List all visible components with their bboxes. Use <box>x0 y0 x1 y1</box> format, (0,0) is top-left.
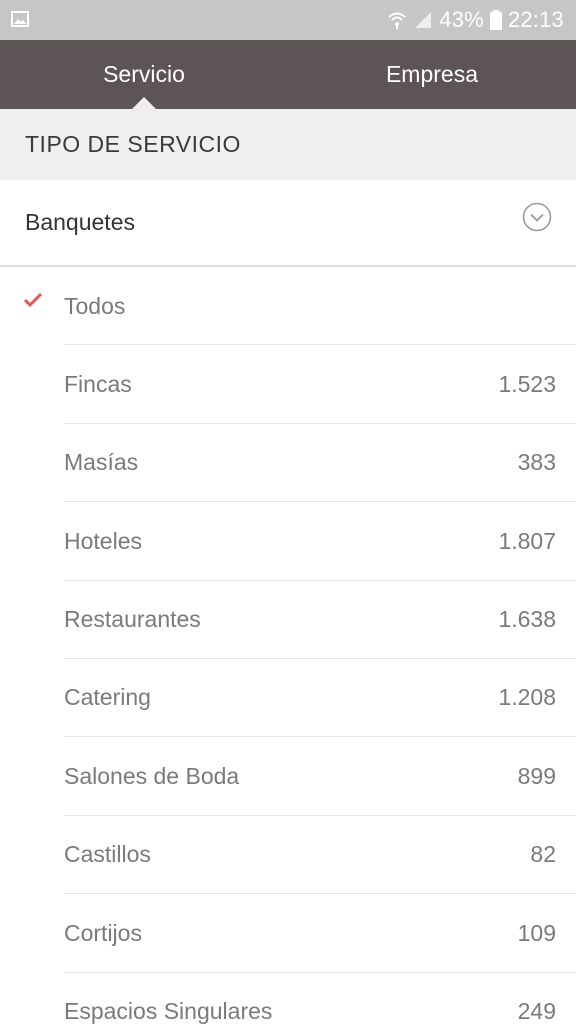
list-item-salones-de-boda[interactable]: Salones de Boda 899 <box>0 737 576 816</box>
section-header: TIPO DE SERVICIO <box>0 109 576 180</box>
check-icon <box>23 292 43 308</box>
list-item-fincas[interactable]: Fincas 1.523 <box>0 345 576 424</box>
battery-percent: 43% <box>439 7 484 32</box>
list-item-count: 1.807 <box>498 527 556 554</box>
list-item-masias[interactable]: Masías 383 <box>0 424 576 503</box>
list-item-todos[interactable]: Todos <box>0 267 576 346</box>
list-item-count: 899 <box>517 762 556 789</box>
service-subtype-list: Todos Fincas 1.523 Masías 383 Hoteles 1.… <box>0 267 576 1024</box>
list-item-hoteles[interactable]: Hoteles 1.807 <box>0 502 576 581</box>
section-title: TIPO DE SERVICIO <box>25 131 241 157</box>
tab-servicio-label: Servicio <box>103 61 185 87</box>
wifi-icon <box>388 12 406 29</box>
clock: 22:13 <box>507 7 564 32</box>
list-item-label: Cortijos <box>64 919 142 946</box>
tab-bar: Servicio Empresa <box>0 40 576 110</box>
list-item-restaurantes[interactable]: Restaurantes 1.638 <box>0 581 576 659</box>
list-item-count: 1.523 <box>498 370 556 397</box>
list-item-label: Castillos <box>64 841 151 868</box>
tab-servicio[interactable]: Servicio <box>0 40 288 110</box>
status-bar: 43% 22:13 <box>0 0 576 40</box>
list-item-label: Salones de Boda <box>64 762 240 789</box>
list-item-count: 1.208 <box>498 684 556 711</box>
list-item-castillos[interactable]: Castillos 82 <box>0 816 576 895</box>
list-item-label: Restaurantes <box>64 606 201 633</box>
status-icons: 43% 22:13 <box>387 0 564 40</box>
list-item-label: Espacios Singulares <box>64 998 273 1024</box>
list-item-cortijos[interactable]: Cortijos 109 <box>0 894 576 973</box>
list-item-count: 383 <box>517 449 556 476</box>
service-type-dropdown[interactable]: Banquetes <box>0 180 576 267</box>
list-item-catering[interactable]: Catering 1.208 <box>0 659 576 738</box>
list-item-label: Catering <box>64 684 151 711</box>
list-item-label: Hoteles <box>64 527 142 554</box>
chevron-down-circle-icon <box>522 202 552 232</box>
tab-empresa[interactable]: Empresa <box>288 40 576 109</box>
list-item-count: 82 <box>530 841 556 868</box>
list-item-count: 249 <box>517 998 556 1024</box>
list-item-label: Fincas <box>64 370 132 397</box>
signal-icon <box>415 12 432 28</box>
list-item-label: Masías <box>64 449 139 476</box>
list-item-espacios-singulares[interactable]: Espacios Singulares 249 <box>0 973 576 1024</box>
image-notification-icon <box>11 11 29 27</box>
list-item-count: 109 <box>517 919 556 946</box>
tab-empresa-label: Empresa <box>385 61 479 87</box>
dropdown-value: Banquetes <box>25 209 135 235</box>
list-item-label: Todos <box>64 292 126 319</box>
list-item-count: 1.638 <box>498 606 556 633</box>
battery-icon <box>489 10 502 30</box>
